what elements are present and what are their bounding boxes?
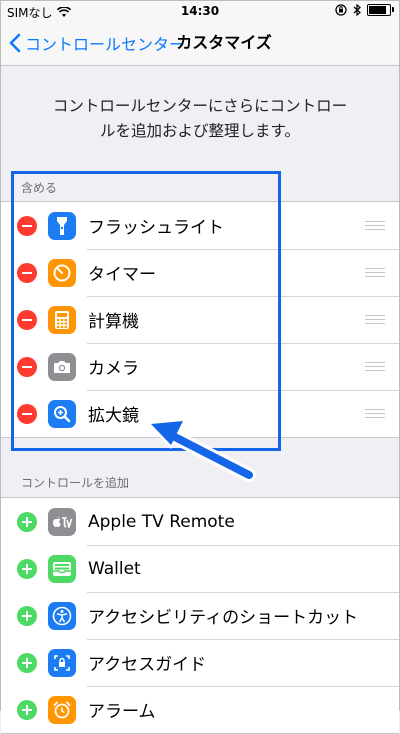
apple-tv-icon <box>48 507 76 536</box>
list-item-label: アラーム <box>88 702 156 722</box>
battery-icon <box>367 4 394 16</box>
list-item-guided-access: アクセスガイド <box>1 639 399 686</box>
list-item-apple-tv-remote: Apple TV Remote <box>1 498 399 545</box>
add-button[interactable] <box>17 511 37 532</box>
orientation-lock-icon <box>335 4 347 16</box>
arrow-annotation <box>147 419 256 482</box>
page-title: カスタマイズ <box>176 33 272 52</box>
list-item-alarm: アラーム <box>1 686 399 733</box>
add-button[interactable] <box>17 699 37 720</box>
reorder-handle[interactable] <box>365 265 385 280</box>
navigation-bar: コントロールセンター カスタマイズ <box>1 21 399 66</box>
add-list: Apple TV Remote Wallet アクセシビリティのショートカット … <box>1 497 399 734</box>
alarm-icon <box>48 695 76 724</box>
reorder-handle[interactable] <box>365 218 385 233</box>
accessibility-icon <box>48 601 76 630</box>
section-header-add: コントロールを追加 <box>21 476 130 490</box>
bluetooth-icon <box>353 4 361 16</box>
wallet-icon <box>48 554 76 583</box>
list-item-wallet: Wallet <box>1 545 399 592</box>
add-button[interactable] <box>17 605 37 626</box>
status-bar: SIMなし 14:30 <box>1 1 399 21</box>
reorder-handle[interactable] <box>365 359 385 374</box>
list-item-label: アクセスガイド <box>88 655 207 675</box>
guided-access-icon <box>48 648 76 677</box>
page-description: コントロールセンターにさらにコントロー ルを追加および整理します。 <box>52 97 348 140</box>
list-item-accessibility-shortcut: アクセシビリティのショートカット <box>1 592 399 639</box>
add-button[interactable] <box>17 558 37 579</box>
list-item-label: Wallet <box>88 558 141 579</box>
reorder-handle[interactable] <box>365 312 385 327</box>
add-button[interactable] <box>17 652 37 673</box>
list-item-label: Apple TV Remote <box>88 511 235 532</box>
list-item-label: アクセシビリティのショートカット <box>88 608 359 628</box>
reorder-handle[interactable] <box>365 406 385 421</box>
